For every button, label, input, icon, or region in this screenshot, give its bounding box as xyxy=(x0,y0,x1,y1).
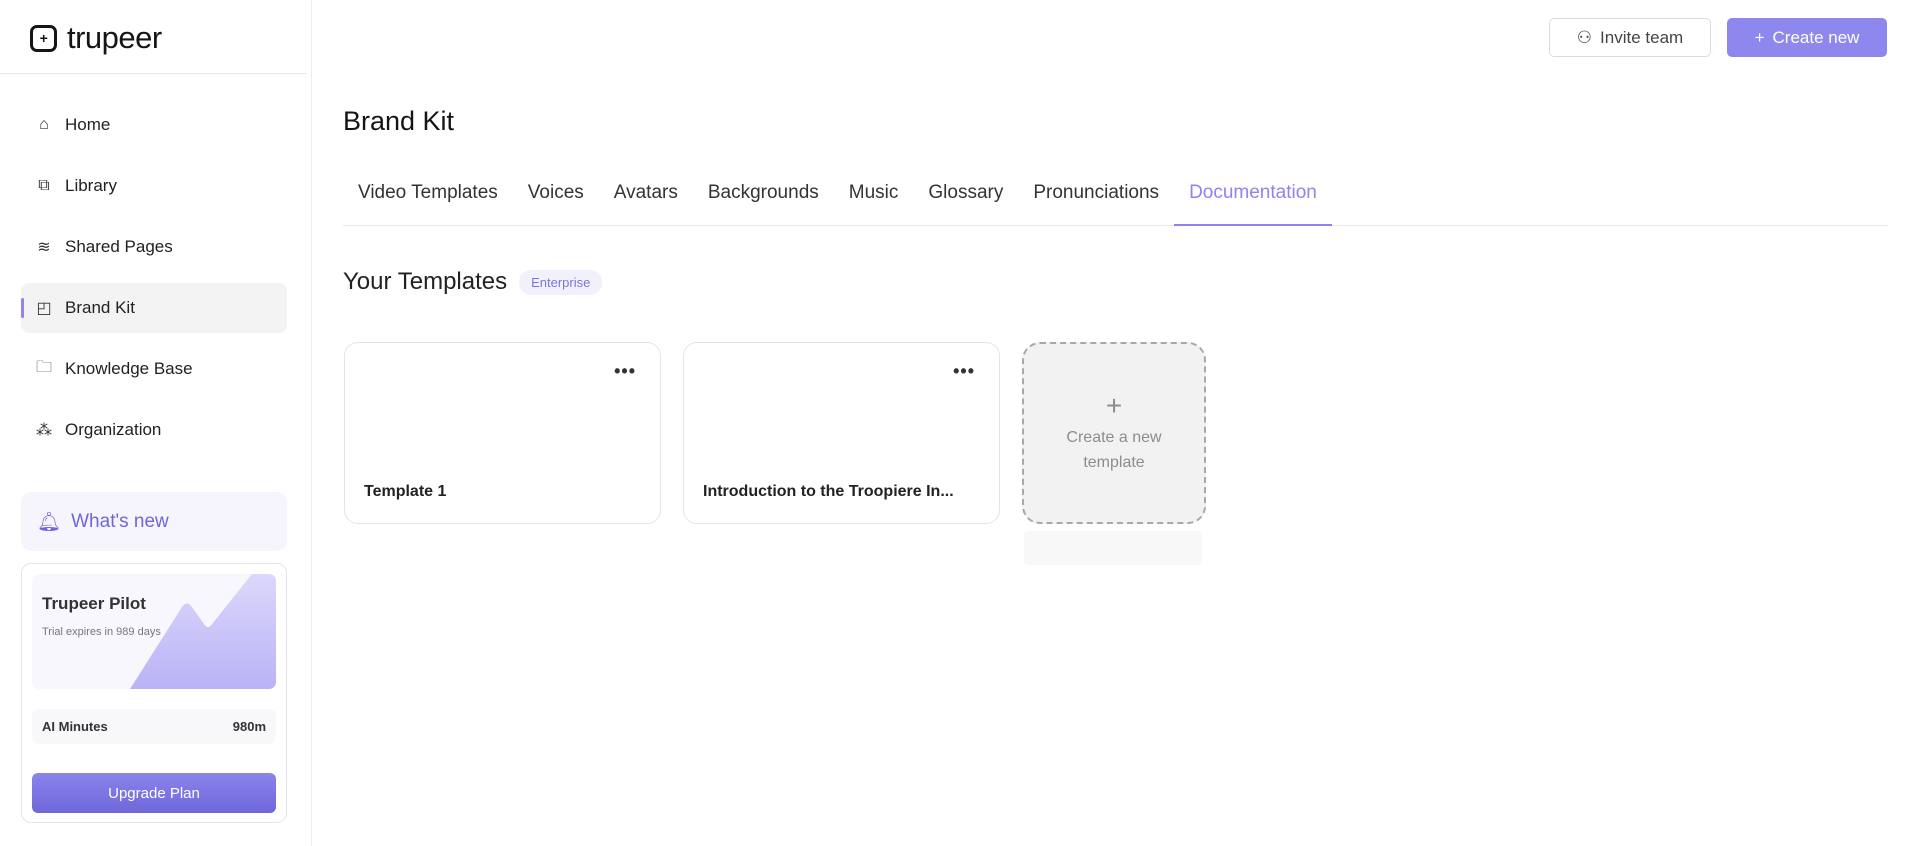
template-name: Introduction to the Troopiere In... xyxy=(703,483,954,500)
tab-glossary[interactable]: Glossary xyxy=(913,176,1018,226)
whats-new-label: What's new xyxy=(71,510,169,532)
template-card[interactable]: ••• Template 1 xyxy=(344,342,661,524)
create-new-button[interactable]: + Create new xyxy=(1727,18,1887,57)
tab-bar: Video Templates Voices Avatars Backgroun… xyxy=(343,176,1888,226)
drag-shadow xyxy=(1024,531,1202,565)
whats-new-button[interactable]: 🔔︎ What's new xyxy=(21,492,287,551)
plan-title: Trupeer Pilot xyxy=(42,594,146,613)
sidebar-item-label: Home xyxy=(65,115,111,134)
sidebar-item-home[interactable]: ⌂ Home xyxy=(21,100,287,150)
create-template-card[interactable]: + Create a new template xyxy=(1022,342,1206,524)
user-icon: ⚇ xyxy=(1576,27,1593,47)
home-icon: ⌂ xyxy=(39,116,49,133)
sidebar-nav: ⌂ Home ⧉ Library ≋ Shared Pages ◰ Brand Kit … xyxy=(21,100,287,466)
plan-banner: Trupeer Pilot Trial expires in 989 days xyxy=(32,574,276,689)
sidebar-item-brand-kit[interactable]: ◰ Brand Kit xyxy=(21,283,287,333)
tab-avatars[interactable]: Avatars xyxy=(599,176,693,226)
enterprise-badge: Enterprise xyxy=(519,269,603,295)
logo-icon: + xyxy=(30,24,57,52)
section-title: Your Templates xyxy=(343,268,508,295)
sidebar-item-label: Organization xyxy=(65,420,162,439)
sidebar: + trupeer ⌂ Home ⧉ Library ≋ Shared Pages ◰ B… xyxy=(0,0,312,846)
plan-subtitle: Trial expires in 989 days xyxy=(42,626,161,638)
sidebar-item-label: Shared Pages xyxy=(65,237,173,256)
bell-icon: 🔔︎ xyxy=(37,511,62,533)
sidebar-item-label: Library xyxy=(65,176,117,195)
sidebar-item-shared-pages[interactable]: ≋ Shared Pages xyxy=(21,222,287,272)
sidebar-item-label: Brand Kit xyxy=(65,298,135,317)
more-options-icon[interactable]: ••• xyxy=(614,361,636,382)
logo-text: trupeer xyxy=(67,20,162,55)
section-header: Your Templates Enterprise xyxy=(343,268,603,296)
plus-icon: + xyxy=(1105,390,1123,421)
invite-team-label: Invite team xyxy=(1600,27,1684,47)
library-icon: ⧉ xyxy=(38,177,50,194)
ai-minutes-value: 980m xyxy=(232,719,266,734)
divider xyxy=(0,73,306,74)
plus-icon: + xyxy=(1754,27,1765,47)
tab-video-templates[interactable]: Video Templates xyxy=(343,176,513,226)
tab-backgrounds[interactable]: Backgrounds xyxy=(693,176,834,226)
brand-kit-icon: ◰ xyxy=(36,300,52,317)
template-name: Template 1 xyxy=(364,483,447,500)
tab-pronunciations[interactable]: Pronunciations xyxy=(1018,176,1174,226)
folder-icon: 🗀 xyxy=(35,358,52,376)
template-card[interactable]: ••• Introduction to the Troopiere In... xyxy=(683,342,1000,524)
upgrade-plan-button[interactable]: Upgrade Plan xyxy=(32,773,276,813)
layers-icon: ≋ xyxy=(37,239,51,256)
sidebar-item-label: Knowledge Base xyxy=(65,359,193,378)
ai-minutes-label: AI Minutes xyxy=(42,719,108,734)
create-new-label: Create new xyxy=(1772,27,1860,47)
tab-voices[interactable]: Voices xyxy=(513,176,599,226)
sidebar-item-knowledge-base[interactable]: 🗀 Knowledge Base xyxy=(21,344,287,394)
tab-music[interactable]: Music xyxy=(834,176,914,226)
tab-documentation[interactable]: Documentation xyxy=(1174,176,1332,226)
plan-card: Trupeer Pilot Trial expires in 989 days … xyxy=(21,563,287,823)
ai-minutes: AI Minutes 980m xyxy=(32,709,276,744)
logo[interactable]: + trupeer xyxy=(30,20,162,56)
invite-team-button[interactable]: ⚇ Invite team xyxy=(1549,18,1711,57)
sidebar-item-library[interactable]: ⧉ Library xyxy=(21,161,287,211)
more-options-icon[interactable]: ••• xyxy=(953,361,975,382)
organization-icon: ⁂ xyxy=(36,422,52,439)
page-title: Brand Kit xyxy=(343,106,455,136)
sidebar-item-organization[interactable]: ⁂ Organization xyxy=(21,405,287,455)
create-template-label: Create a new template xyxy=(1066,429,1162,471)
